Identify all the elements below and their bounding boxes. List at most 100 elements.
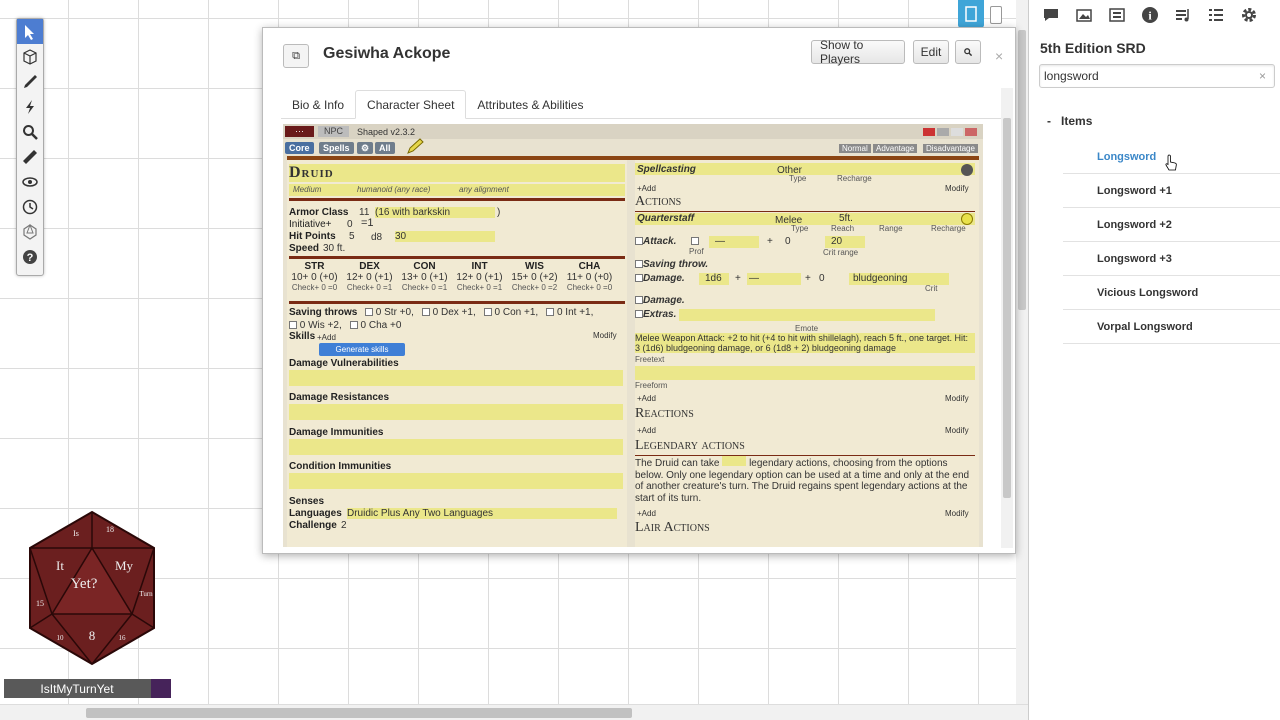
alignment-field[interactable]: any alignment bbox=[459, 185, 509, 194]
checkbox[interactable] bbox=[635, 274, 643, 283]
zoom-tool[interactable] bbox=[17, 119, 43, 144]
freeform-field[interactable] bbox=[635, 366, 975, 380]
npc-toggle[interactable]: NPC bbox=[318, 126, 350, 137]
info-icon[interactable]: i bbox=[1140, 6, 1160, 24]
flag-icon[interactable] bbox=[923, 127, 935, 136]
list-item[interactable]: Longsword +3 bbox=[1063, 242, 1280, 276]
roll-normal[interactable]: Normal bbox=[839, 144, 871, 153]
close-icon[interactable]: × bbox=[995, 48, 1003, 64]
save-int[interactable]: 0 Int +1, bbox=[546, 307, 593, 318]
draw-tool[interactable] bbox=[17, 69, 43, 94]
legendary-modify-button[interactable]: Modify bbox=[945, 509, 969, 518]
hit-die[interactable]: d8 bbox=[371, 232, 382, 243]
attack-toggle[interactable]: Attack. bbox=[635, 236, 676, 247]
scroll-thumb[interactable] bbox=[1018, 30, 1026, 310]
checkbox[interactable] bbox=[635, 237, 643, 246]
spellcasting-label[interactable]: Spellcasting bbox=[637, 164, 696, 175]
dialog-scrollbar[interactable] bbox=[1001, 88, 1013, 548]
damage-die[interactable]: 1d6 bbox=[705, 273, 722, 284]
checkbox[interactable] bbox=[546, 308, 555, 317]
turn-tracker-tool[interactable] bbox=[17, 194, 43, 219]
checkbox[interactable] bbox=[421, 308, 430, 317]
checkbox[interactable] bbox=[635, 310, 643, 319]
actions-add-button[interactable]: +Add bbox=[637, 394, 656, 403]
save-wis[interactable]: 0 Wis +2, bbox=[289, 320, 342, 331]
damage-resistances-field[interactable] bbox=[289, 404, 623, 420]
reactions-modify-button[interactable]: Modify bbox=[945, 426, 969, 435]
journal-icon[interactable] bbox=[1107, 6, 1127, 24]
save-cha[interactable]: 0 Cha +0 bbox=[349, 320, 401, 331]
gear-icon[interactable] bbox=[961, 164, 973, 176]
page-icon[interactable] bbox=[990, 6, 1002, 24]
condition-immunities-field[interactable] bbox=[289, 473, 623, 489]
help-tool[interactable]: ? bbox=[17, 244, 43, 269]
chat-icon[interactable] bbox=[1041, 6, 1061, 24]
select-tool[interactable] bbox=[17, 19, 43, 44]
melee-description[interactable]: Melee Weapon Attack: +2 to hit (+4 to hi… bbox=[635, 333, 975, 353]
settings-tab[interactable]: ⚙ bbox=[357, 142, 374, 154]
languages-value[interactable]: Druidic Plus Any Two Languages bbox=[347, 508, 617, 519]
action-name[interactable]: Quarterstaff bbox=[637, 213, 694, 224]
list-item[interactable]: Vicious Longsword bbox=[1063, 276, 1280, 310]
reactions-add-button[interactable]: +Add bbox=[637, 426, 656, 435]
legendary-add-button[interactable]: +Add bbox=[637, 509, 656, 518]
speed-value[interactable]: 30 ft. bbox=[323, 243, 345, 254]
roll-disadvantage[interactable]: Disadvantage bbox=[923, 144, 978, 153]
checkbox[interactable] bbox=[635, 260, 643, 269]
flag-icon[interactable] bbox=[965, 127, 977, 136]
sheet-color-button[interactable]: ··· bbox=[285, 126, 314, 137]
tab-bio-info[interactable]: Bio & Info bbox=[281, 90, 355, 119]
damage-vulnerabilities-field[interactable] bbox=[289, 370, 623, 386]
fx-tool[interactable] bbox=[17, 94, 43, 119]
roll-advantage[interactable]: Advantage bbox=[873, 144, 918, 153]
saving-throw-toggle[interactable]: Saving throw. bbox=[635, 259, 708, 270]
art-icon[interactable] bbox=[1074, 6, 1094, 24]
armor-class-note[interactable]: (16 with barkskin bbox=[375, 207, 495, 218]
core-tab[interactable]: Core bbox=[285, 142, 314, 154]
list-item[interactable]: Longsword +2 bbox=[1063, 208, 1280, 242]
tab-character-sheet[interactable]: Character Sheet bbox=[355, 90, 467, 119]
popout-button[interactable]: ⧉ bbox=[283, 44, 309, 68]
items-category-header[interactable]: - Items bbox=[1047, 114, 1092, 128]
generate-skills-button[interactable]: Generate skills bbox=[319, 343, 405, 356]
damage-type[interactable]: bludgeoning bbox=[853, 273, 908, 284]
ability-int[interactable]: INT 12+ 0 (+1) Check+ 0 =1 bbox=[452, 261, 507, 292]
canvas-vertical-scrollbar[interactable] bbox=[1016, 0, 1028, 704]
crit-range-value[interactable]: 20 bbox=[831, 236, 842, 247]
checkbox[interactable] bbox=[691, 237, 699, 246]
type-field[interactable]: humanoid (any race) bbox=[357, 185, 430, 194]
gear-icon[interactable] bbox=[1239, 6, 1259, 24]
layers-tool[interactable] bbox=[17, 44, 43, 69]
fog-tool[interactable] bbox=[17, 169, 43, 194]
monster-name[interactable]: Druid bbox=[289, 164, 625, 182]
prof-checkbox[interactable] bbox=[691, 236, 699, 247]
hit-dice-count[interactable]: 5 bbox=[349, 231, 355, 242]
skills-add-button[interactable]: +Add bbox=[317, 333, 336, 342]
save-dex[interactable]: 0 Dex +1, bbox=[421, 307, 476, 318]
checkbox[interactable] bbox=[365, 308, 373, 317]
skills-modify-button[interactable]: Modify bbox=[593, 331, 617, 340]
damage2-toggle[interactable]: Damage. bbox=[635, 295, 685, 306]
ability-cha[interactable]: CHA 11+ 0 (+0) Check+ 0 =0 bbox=[562, 261, 617, 292]
ruler-tool[interactable] bbox=[17, 144, 43, 169]
compendium-search-input[interactable] bbox=[1039, 64, 1275, 88]
list-icon[interactable] bbox=[1206, 6, 1226, 24]
save-con[interactable]: 0 Con +1, bbox=[483, 307, 538, 318]
hit-points-max[interactable]: 30 bbox=[395, 231, 495, 242]
spellcasting-add-button[interactable]: +Add bbox=[637, 184, 656, 193]
ability-dex[interactable]: DEX 12+ 0 (+1) Check+ 0 =1 bbox=[342, 261, 397, 292]
ability-wis[interactable]: WIS 15+ 0 (+2) Check+ 0 =2 bbox=[507, 261, 562, 292]
scroll-thumb[interactable] bbox=[1003, 118, 1011, 498]
flag-icon[interactable] bbox=[937, 127, 949, 136]
actions-modify-button[interactable]: Modify bbox=[945, 394, 969, 403]
legendary-count-field[interactable] bbox=[722, 456, 747, 466]
edit-button[interactable]: Edit bbox=[913, 40, 949, 64]
challenge-value[interactable]: 2 bbox=[341, 520, 347, 531]
extras-field[interactable] bbox=[679, 309, 935, 321]
size-field[interactable]: Medium bbox=[293, 185, 321, 194]
ability-con[interactable]: CON 13+ 0 (+1) Check+ 0 =1 bbox=[397, 261, 452, 292]
spells-tab[interactable]: Spells bbox=[319, 142, 354, 154]
dialog-search-button[interactable] bbox=[955, 40, 981, 64]
damage-immunities-field[interactable] bbox=[289, 439, 623, 455]
initiative-bonus[interactable]: 0 bbox=[347, 219, 353, 230]
